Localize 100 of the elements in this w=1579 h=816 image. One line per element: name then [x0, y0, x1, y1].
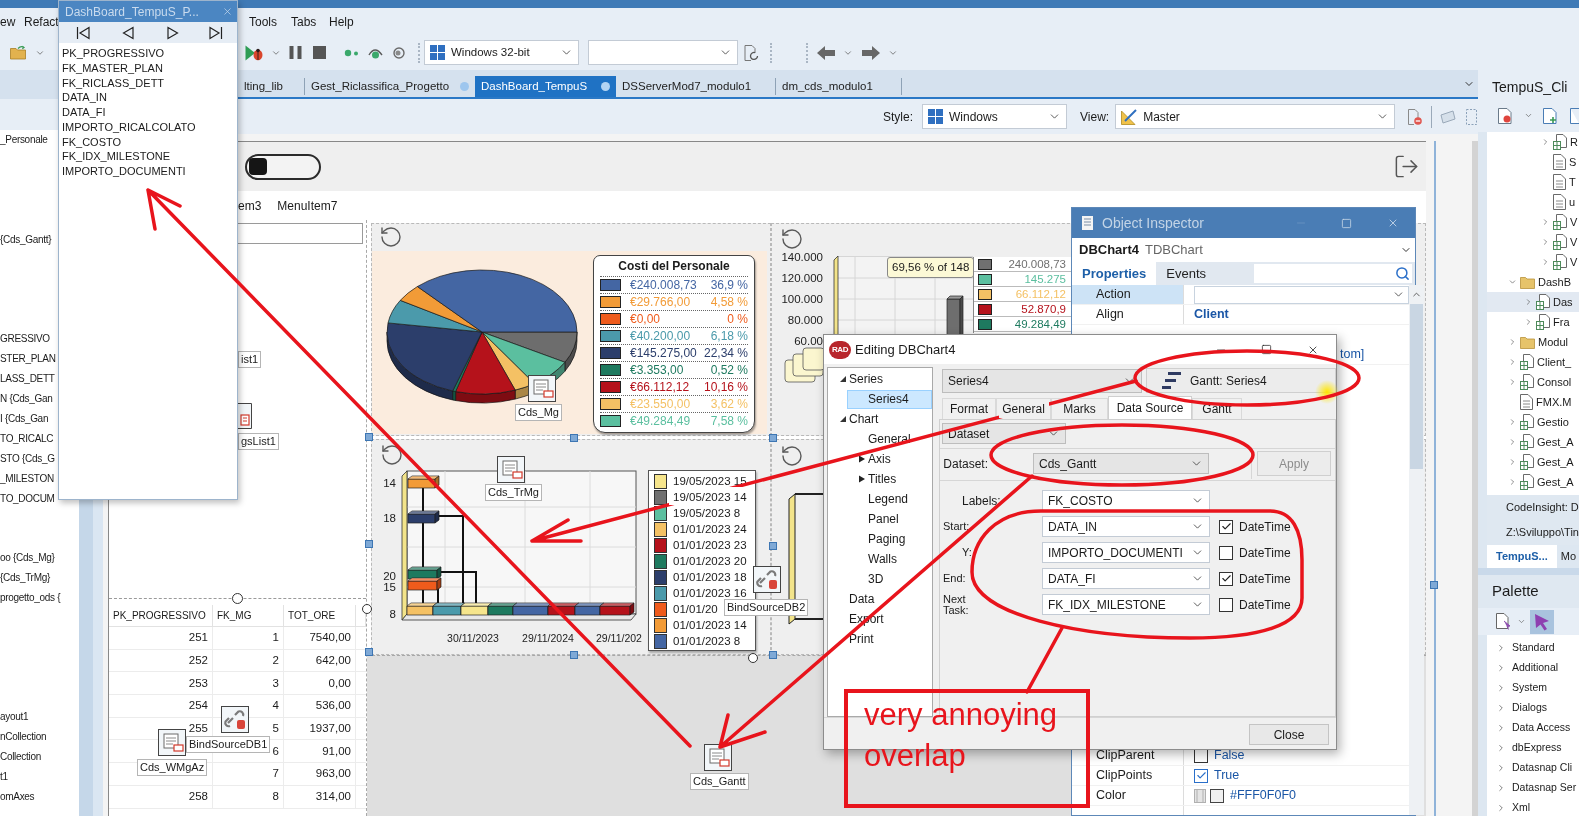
- palette-category[interactable]: Dialogs: [1487, 698, 1579, 718]
- field-item[interactable]: IMPORTO_DOCUMENTI: [62, 163, 186, 180]
- refresh-icon[interactable]: [780, 227, 804, 251]
- component-dropdown[interactable]: Cds_Gantt: [1033, 453, 1209, 474]
- tree-item[interactable]: Walls: [847, 549, 932, 569]
- property-value[interactable]: True: [1214, 766, 1240, 785]
- skip-start-icon[interactable]: [76, 25, 90, 40]
- maximize-icon[interactable]: [1261, 344, 1272, 355]
- tree-item[interactable]: Gestio: [1487, 412, 1579, 432]
- component-label[interactable]: ist1: [238, 351, 262, 368]
- chevron-right-icon[interactable]: [1541, 237, 1550, 247]
- text-input-field[interactable]: [238, 223, 363, 244]
- tree-item[interactable]: Series4: [847, 389, 932, 409]
- dropdown[interactable]: Windows: [922, 104, 1067, 129]
- refresh-icon[interactable]: [380, 443, 404, 467]
- field-item[interactable]: FK_COSTO: [62, 133, 122, 151]
- round-handle-icon[interactable]: [232, 593, 243, 604]
- tree-item[interactable]: R: [1487, 132, 1579, 152]
- chevron-right-icon[interactable]: [1524, 317, 1533, 327]
- property-row[interactable]: Action: [1072, 285, 1409, 305]
- tree-item[interactable]: Consol: [1487, 372, 1579, 392]
- tree-item[interactable]: STO {Cds_G: [0, 450, 55, 466]
- menu-item[interactable]: Tabs: [291, 14, 317, 29]
- chevron-down-icon[interactable]: [1508, 277, 1517, 287]
- property-value[interactable]: tom]: [1340, 345, 1365, 364]
- property-row[interactable]: ClipPoints True: [1072, 766, 1409, 786]
- dialog-tab[interactable]: Marks: [1051, 398, 1108, 419]
- tree-item[interactable]: Fra: [1487, 312, 1579, 332]
- tree-item[interactable]: Print: [828, 629, 932, 649]
- palette-category[interactable]: Xml: [1487, 798, 1579, 816]
- palette-category[interactable]: Datasnap Ser: [1487, 778, 1579, 798]
- field-item[interactable]: FK_MASTER_PLAN: [62, 59, 163, 77]
- round-handle-icon[interactable]: [362, 604, 372, 614]
- search-field[interactable]: [1254, 264, 1412, 283]
- property-value[interactable]: False: [1214, 746, 1245, 765]
- field-item[interactable]: FK_RICLASS_DETT: [62, 74, 165, 92]
- editor-tab[interactable]: lting_lib: [238, 76, 304, 97]
- triangle-icon[interactable]: [858, 455, 866, 463]
- chevron-right-icon[interactable]: [1541, 257, 1550, 267]
- component-label[interactable]: gsList1: [238, 433, 279, 450]
- dialog-tab[interactable]: Data Source: [1108, 396, 1192, 419]
- tree-item[interactable]: Gest_A: [1487, 452, 1579, 472]
- skip-end-icon[interactable]: [209, 25, 223, 40]
- component-label[interactable]: BindSourceDB1: [186, 736, 271, 753]
- checkbox[interactable]: [1219, 545, 1233, 560]
- tree-item[interactable]: Client_: [1487, 352, 1579, 372]
- tree-item[interactable]: {Cds_Gantt}: [0, 231, 52, 247]
- palette-category[interactable]: dbExpress: [1487, 738, 1579, 758]
- tree-item[interactable]: I {Cds_Gan: [0, 410, 49, 426]
- tree-item[interactable]: 3D: [847, 569, 932, 589]
- tree-item[interactable]: Axis: [847, 449, 932, 469]
- close-button[interactable]: Close: [1249, 724, 1329, 745]
- tree-item[interactable]: omAxes: [0, 788, 35, 804]
- value-dropdown[interactable]: [1194, 285, 1409, 304]
- editor-tab[interactable]: DashBoard_TempuS: [475, 76, 616, 97]
- tree-item[interactable]: Gest_A: [1487, 432, 1579, 452]
- tree-item[interactable]: u: [1487, 192, 1579, 212]
- field-dropdown[interactable]: DATA_IN: [1042, 516, 1210, 537]
- editor-tab[interactable]: Gest_Riclassifica_Progetto: [305, 76, 475, 97]
- tree-item[interactable]: t1: [0, 769, 8, 785]
- chevron-right-icon[interactable]: [1508, 417, 1517, 427]
- tree-item[interactable]: Series: [828, 369, 932, 389]
- dashed-frame-icon[interactable]: [1466, 108, 1478, 125]
- step-return-icon[interactable]: [392, 46, 407, 59]
- caret-icon[interactable]: [1524, 111, 1533, 120]
- editor-tab[interactable]: DSServerMod7_modulo1: [616, 76, 775, 97]
- exit-icon[interactable]: [1393, 153, 1420, 180]
- tool-button[interactable]: [1530, 609, 1554, 634]
- refresh-icon[interactable]: [379, 225, 403, 249]
- arrow-left-icon[interactable]: [817, 45, 835, 60]
- field-item[interactable]: PK_PROGRESSIVO: [62, 45, 165, 62]
- pause-icon[interactable]: [289, 46, 302, 59]
- tree-item[interactable]: Titles: [847, 469, 932, 489]
- panel-tab[interactable]: TempuS...: [1487, 545, 1557, 568]
- palette-category[interactable]: Data Access: [1487, 718, 1579, 738]
- menu-item[interactable]: MenuItem7: [277, 196, 338, 215]
- tree-item[interactable]: Paging: [847, 529, 932, 549]
- tree-item[interactable]: Panel: [847, 509, 932, 529]
- tree-item[interactable]: {Cds_TrMg}: [0, 570, 50, 586]
- selection-handle-icon[interactable]: [570, 434, 578, 442]
- tree-item[interactable]: TO_RICALC: [0, 430, 54, 446]
- tree-item[interactable]: LASS_DETT: [0, 371, 55, 387]
- document-remove-icon[interactable]: [1408, 108, 1423, 125]
- chevron-right-icon[interactable]: [1541, 217, 1550, 227]
- triangle-icon[interactable]: [839, 375, 847, 383]
- triangle-icon[interactable]: [839, 415, 847, 423]
- property-row[interactable]: Align Client: [1072, 305, 1409, 325]
- tree-item[interactable]: Gest_A: [1487, 472, 1579, 492]
- tree-item[interactable]: DashB: [1487, 272, 1579, 292]
- document-refresh-icon[interactable]: [744, 44, 759, 61]
- tree-item[interactable]: Chart: [828, 409, 932, 429]
- document-icon[interactable]: [1570, 107, 1579, 124]
- menu-item[interactable]: em3: [238, 196, 262, 215]
- checkbox[interactable]: [1219, 571, 1233, 586]
- selection-handle-icon[interactable]: [365, 433, 373, 441]
- palette-category[interactable]: Additional: [1487, 658, 1579, 678]
- selection-handle-icon[interactable]: [570, 651, 578, 659]
- tree-item[interactable]: nCollection: [0, 729, 47, 745]
- editor-tab[interactable]: dm_cds_modulo1: [776, 76, 901, 97]
- checkbox[interactable]: [1219, 597, 1233, 612]
